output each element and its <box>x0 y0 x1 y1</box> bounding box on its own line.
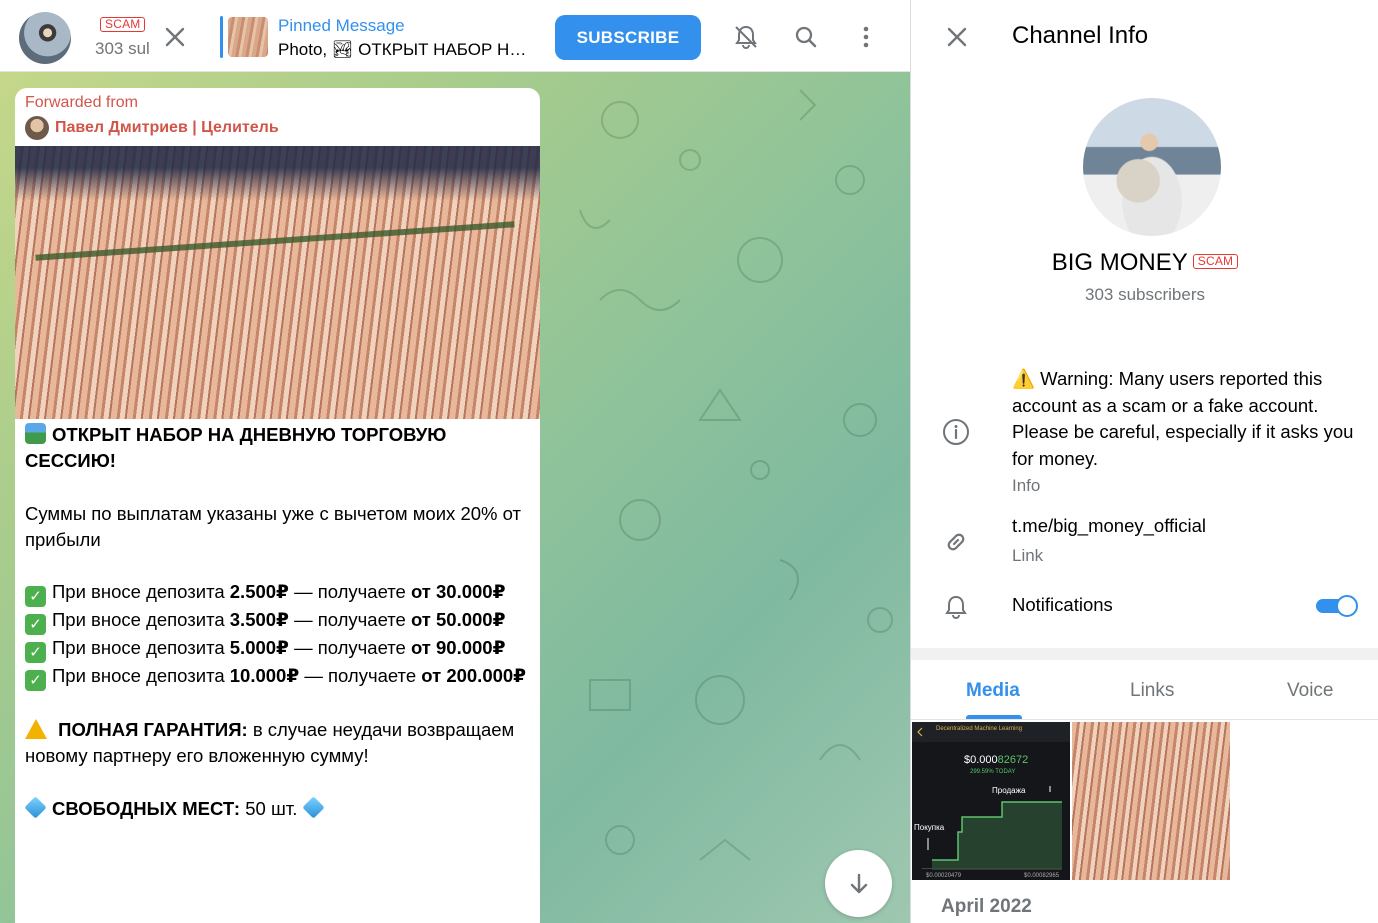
scam-badge: SCAM <box>100 17 146 32</box>
channel-avatar-large[interactable] <box>1083 98 1221 236</box>
forwarded-avatar[interactable] <box>25 116 49 140</box>
warning-emoji-icon <box>25 719 47 740</box>
channel-avatar[interactable] <box>19 12 71 64</box>
channel-link[interactable]: t.me/big_money_official <box>1012 515 1206 537</box>
tab-voice[interactable]: Voice <box>1287 680 1333 702</box>
thumb-footer-right: $0.00082965 <box>1024 873 1060 879</box>
close-icon[interactable] <box>942 22 972 52</box>
notifications-toggle[interactable] <box>1316 594 1358 618</box>
offer-line: ✓ При вносе депозита 3.500₽ — получаете о… <box>25 607 535 636</box>
search-icon[interactable] <box>791 22 821 52</box>
pinned-thumbnail[interactable] <box>228 17 268 57</box>
gem-emoji-icon <box>301 796 325 819</box>
check-emoji-icon: ✓ <box>25 642 46 664</box>
offer-line: ✓ При вносе депозита 10.000₽ — получаете … <box>25 663 535 692</box>
forwarded-message: Forwarded from Павел Дмитриев | Целитель… <box>15 88 540 923</box>
thumb-change: 299.59% TODAY <box>970 769 1016 775</box>
check-emoji-icon: ✓ <box>25 670 46 692</box>
thumb-buy-label: Покупка <box>914 823 945 832</box>
arrow-down-icon <box>850 873 867 893</box>
message-text: ОТКРЫТ НАБОР НА ДНЕВНУЮ ТОРГОВУЮ СЕССИЮ!… <box>24 422 535 822</box>
scam-warning-text: ⚠️ Warning: Many users reported this acc… <box>1012 368 1354 469</box>
offer-line: ✓ При вносе депозита 5.000₽ — получаете о… <box>25 635 535 664</box>
media-date-label: April 2022 <box>941 896 1032 917</box>
offer-line: ✓ При вносе депозита 2.500₽ — получаете о… <box>25 579 535 608</box>
pinned-indicator <box>220 16 223 58</box>
media-thumbnail[interactable] <box>1072 722 1230 880</box>
message-headline: ОТКРЫТ НАБОР НА ДНЕВНУЮ ТОРГОВУЮ СЕССИЮ! <box>25 424 447 472</box>
subscribe-button[interactable]: SUBSCRIBE <box>555 15 701 60</box>
guarantee-line: ПОЛНАЯ ГАРАНТИЯ: в случае неудачи возвра… <box>25 719 515 767</box>
check-emoji-icon: ✓ <box>25 614 46 636</box>
thumb-header: Decentralized Machine Learning <box>936 726 1023 732</box>
panel-title: Channel Info <box>1012 22 1149 49</box>
close-icon[interactable] <box>160 22 190 52</box>
tab-links[interactable]: Links <box>1130 680 1174 702</box>
subscriber-count: 303 sul <box>95 39 150 58</box>
subscriber-count: 303 subscribers <box>1084 285 1205 304</box>
landscape-emoji-icon <box>25 423 46 444</box>
scroll-to-bottom-button[interactable] <box>825 850 892 917</box>
info-label: Info <box>1012 476 1041 495</box>
seats-line: СВОБОДНЫХ МЕСТ: 50 шт. <box>24 796 535 822</box>
message-intro: Суммы по выплатам указаны уже с вычетом … <box>25 502 521 550</box>
pinned-message-preview[interactable]: Photo, 🏞 ОТКРЫТ НАБОР НА ДНЕВНУЮ ТОРГОВУ… <box>278 40 536 60</box>
forwarded-label: Forwarded from <box>25 94 138 111</box>
scam-badge: SCAM <box>1192 254 1239 269</box>
toggle-knob <box>1336 595 1358 617</box>
channel-info-panel: Channel Info BIG MONEY SCAM 303 subscribe… <box>910 0 1378 923</box>
check-emoji-icon: ✓ <box>25 586 46 608</box>
forwarded-author[interactable]: Павел Дмитриев | Целитель <box>55 119 279 137</box>
thumb-sell-label: Продажа <box>992 786 1026 795</box>
channel-name: BIG MONEY SCAM <box>911 249 1378 277</box>
link-label: Link <box>1012 546 1044 565</box>
more-vertical-icon[interactable] <box>851 22 881 52</box>
gem-emoji-icon <box>24 796 47 819</box>
tab-media[interactable]: Media <box>966 680 1020 702</box>
tabs-divider <box>911 719 1378 720</box>
message-photo[interactable] <box>15 146 540 419</box>
link-icon <box>941 527 971 557</box>
info-icon <box>941 417 971 447</box>
photo-band <box>35 221 515 261</box>
thumb-price: $0.00082672 <box>964 754 1029 766</box>
thumb-footer-left: $0.00020479 <box>926 873 962 879</box>
section-divider <box>911 648 1378 660</box>
price-chart-graphic <box>912 722 1070 870</box>
notifications-label: Notifications <box>1012 594 1113 615</box>
chat-area: SCAM 303 sul Pinned Message Photo, 🏞 ОТК… <box>0 0 910 923</box>
bell-icon <box>941 592 971 622</box>
mute-bell-icon[interactable] <box>731 22 761 52</box>
pinned-message-title[interactable]: Pinned Message <box>278 16 405 36</box>
media-thumbnail[interactable]: Decentralized Machine Learning $0.000826… <box>912 722 1070 880</box>
chat-header: SCAM 303 sul Pinned Message Photo, 🏞 ОТК… <box>0 0 910 72</box>
